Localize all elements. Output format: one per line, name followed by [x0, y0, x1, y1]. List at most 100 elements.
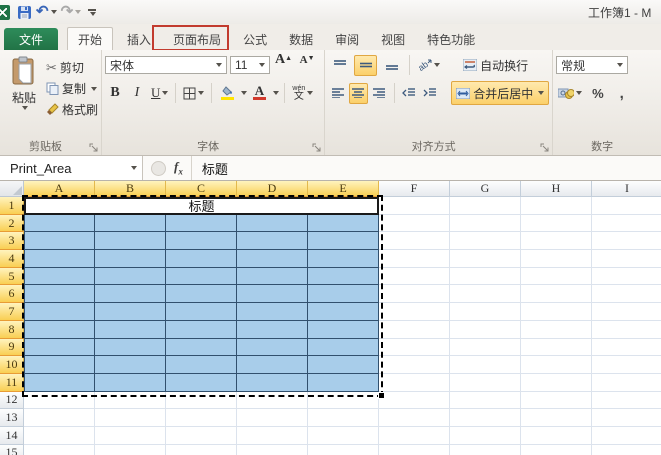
align-top-button[interactable] [328, 55, 351, 76]
cell-I7[interactable] [592, 303, 661, 321]
cell-F6[interactable] [379, 285, 450, 304]
cell-H3[interactable] [521, 232, 592, 251]
cell-F7[interactable] [379, 303, 450, 321]
cell-I11[interactable] [592, 373, 661, 392]
cell-A13[interactable] [24, 409, 95, 427]
decrease-indent-button[interactable] [400, 83, 419, 104]
align-center-button[interactable] [349, 82, 368, 104]
tab-data[interactable]: 数据 [281, 28, 321, 50]
column-header-A[interactable]: A [24, 181, 95, 197]
cell-D7[interactable] [237, 303, 308, 321]
row-header-3[interactable]: 3 [0, 232, 24, 251]
cell-E12[interactable] [308, 391, 379, 410]
cell-G11[interactable] [450, 373, 521, 392]
cell-A7[interactable] [24, 303, 95, 321]
decrease-font-size-button[interactable]: A ▼ [297, 55, 317, 75]
cell-B2[interactable] [95, 214, 166, 233]
cell-F4[interactable] [379, 250, 450, 268]
cell-D3[interactable] [237, 232, 308, 251]
increase-indent-button[interactable] [420, 83, 439, 104]
cell-H9[interactable] [521, 338, 592, 357]
cell-B10[interactable] [95, 356, 166, 374]
column-header-B[interactable]: B [95, 181, 166, 197]
italic-button[interactable]: I [127, 83, 147, 103]
cell-D11[interactable] [237, 373, 308, 392]
cell-I14[interactable] [592, 426, 661, 445]
percent-style-button[interactable]: % [586, 83, 610, 103]
cell-I10[interactable] [592, 356, 661, 374]
cell-H4[interactable] [521, 250, 592, 268]
cell-I4[interactable] [592, 250, 661, 268]
align-bottom-button[interactable] [380, 55, 403, 76]
cell-G5[interactable] [450, 267, 521, 286]
font-color-button[interactable]: A [249, 83, 269, 103]
cell-E4[interactable] [308, 250, 379, 268]
cut-button[interactable]: ✂ 剪切 [46, 57, 98, 78]
cell-H12[interactable] [521, 391, 592, 410]
cell-A10[interactable] [24, 356, 95, 374]
cell-D4[interactable] [237, 250, 308, 268]
cell-I5[interactable] [592, 267, 661, 286]
cell-G4[interactable] [450, 250, 521, 268]
cell-E10[interactable] [308, 356, 379, 374]
cell-C9[interactable] [166, 338, 237, 357]
cell-D5[interactable] [237, 267, 308, 286]
cell-B14[interactable] [95, 426, 166, 445]
cell-F12[interactable] [379, 391, 450, 410]
row-header-8[interactable]: 8 [0, 320, 24, 339]
increase-font-size-button[interactable]: A ▲ [273, 53, 294, 75]
paste-dropdown-icon[interactable] [22, 106, 28, 110]
column-header-C[interactable]: C [166, 181, 237, 197]
cell-C7[interactable] [166, 303, 237, 321]
cell-I12[interactable] [592, 391, 661, 410]
cell-G12[interactable] [450, 391, 521, 410]
cell-B6[interactable] [95, 285, 166, 304]
cell-G14[interactable] [450, 426, 521, 445]
row-header-15[interactable]: 15 [0, 444, 24, 455]
formula-input[interactable]: 标题 [192, 156, 228, 180]
tab-page-layout[interactable]: 页面布局 [165, 28, 229, 50]
save-button[interactable] [16, 3, 33, 21]
accounting-format-button[interactable] [556, 83, 584, 103]
cell-D12[interactable] [237, 391, 308, 410]
row-header-14[interactable]: 14 [0, 426, 24, 445]
cell-H6[interactable] [521, 285, 592, 304]
cell-G2[interactable] [450, 214, 521, 233]
cell-A15[interactable] [24, 444, 95, 455]
cell-F10[interactable] [379, 356, 450, 374]
name-box[interactable]: Print_Area [0, 156, 143, 180]
column-header-H[interactable]: H [521, 181, 592, 197]
borders-button[interactable] [181, 83, 206, 103]
row-header-2[interactable]: 2 [0, 214, 24, 233]
cell-A9[interactable] [24, 338, 95, 357]
font-color-dropdown-icon[interactable] [273, 91, 280, 95]
cell-F1[interactable] [379, 197, 450, 215]
cell-H10[interactable] [521, 356, 592, 374]
cell-G1[interactable] [450, 197, 521, 215]
tab-review[interactable]: 审阅 [327, 28, 367, 50]
cell-H2[interactable] [521, 214, 592, 233]
cell-H7[interactable] [521, 303, 592, 321]
cell-D8[interactable] [237, 320, 308, 339]
cell-G10[interactable] [450, 356, 521, 374]
cell-E7[interactable] [308, 303, 379, 321]
paste-button[interactable]: 粘贴 [3, 54, 45, 140]
cell-C15[interactable] [166, 444, 237, 455]
wrap-text-button[interactable]: 自动换行 [459, 54, 532, 76]
cell-C10[interactable] [166, 356, 237, 374]
cell-F5[interactable] [379, 267, 450, 286]
column-header-G[interactable]: G [450, 181, 521, 197]
column-header-F[interactable]: F [379, 181, 450, 197]
undo-dropdown-icon[interactable] [50, 10, 57, 14]
cell-E13[interactable] [308, 409, 379, 427]
cell-I15[interactable] [592, 444, 661, 455]
cell-C12[interactable] [166, 391, 237, 410]
cell-D9[interactable] [237, 338, 308, 357]
font-dialog-launcher-icon[interactable] [312, 143, 322, 153]
merge-center-button[interactable]: 合并后居中 [451, 81, 550, 105]
comma-style-button[interactable]: , [612, 83, 632, 103]
row-header-5[interactable]: 5 [0, 267, 24, 286]
cell-I9[interactable] [592, 338, 661, 357]
column-header-E[interactable]: E [308, 181, 379, 197]
orientation-button[interactable]: ab [416, 55, 442, 75]
